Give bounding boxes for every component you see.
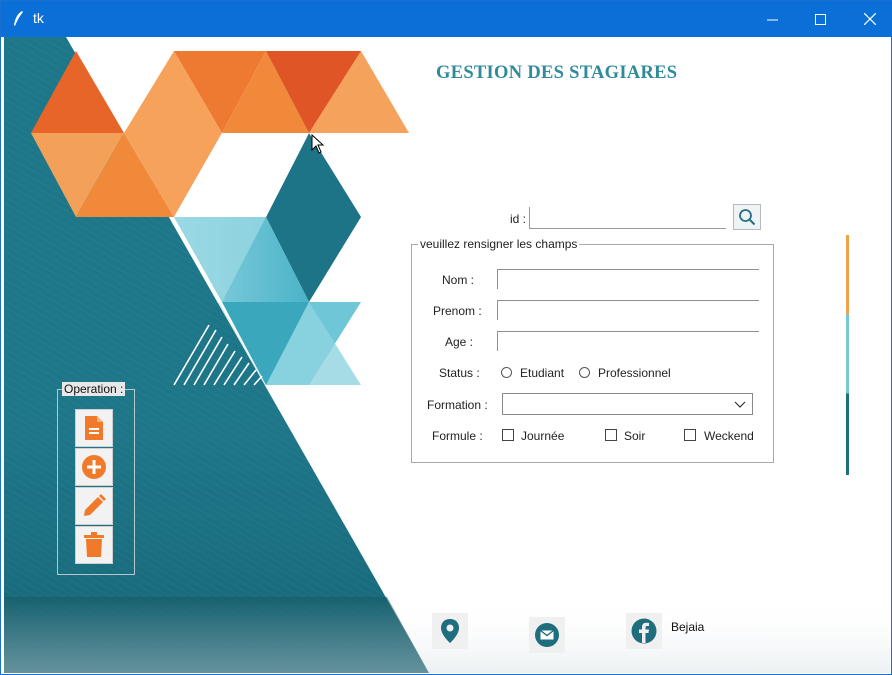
prenom-field[interactable] [497,300,759,320]
prenom-label: Prenom : [433,304,482,318]
formule-option-soir: Soir [624,429,646,443]
status-option-professionnel: Professionnel [598,366,671,380]
status-label: Status : [439,366,480,380]
edit-button[interactable] [75,487,113,525]
chevron-down-icon [734,401,746,408]
formule-label: Formule : [432,429,483,443]
nom-field[interactable] [497,269,759,289]
delete-button[interactable] [75,526,113,564]
city-label: Bejaia [671,620,705,634]
formule-option-journee: Journée [521,429,565,443]
status-option-etudiant: Etudiant [520,366,565,380]
status-radio-etudiant[interactable] [501,367,512,378]
page-title: GESTION DES STAGIARES [436,63,678,83]
id-input[interactable] [529,207,726,229]
mouse-cursor-icon [311,134,325,154]
search-button[interactable] [733,204,761,230]
formule-check-journee[interactable] [502,429,514,441]
id-label: id : [510,212,527,226]
operation-legend: Operation : [62,382,126,396]
feather-icon [14,11,23,26]
close-icon [864,13,876,25]
age-label: Age : [445,335,474,349]
nom-label: Nom : [442,273,475,287]
app-window: tk GESTION DES STAGIARES id: veuillez r… [0,0,892,675]
formation-label: Formation : [427,398,488,412]
minimize-icon [766,19,778,20]
add-button[interactable] [75,448,113,486]
minimize-button[interactable] [749,1,795,37]
location-button[interactable] [432,613,468,649]
location-icon [441,619,459,643]
title-bar[interactable]: tk [1,1,892,37]
email-button[interactable] [529,617,565,653]
delete-icon [84,532,104,557]
age-field[interactable] [497,331,759,351]
scrollbar[interactable] [846,235,849,475]
close-button[interactable] [847,1,892,37]
maximize-button[interactable] [797,1,843,37]
formation-select[interactable] [502,393,753,415]
main-canvas: GESTION DES STAGIARES id : veuillez rens… [4,37,890,673]
formule-option-weckend: Weckend [704,429,754,443]
form-legend: veuillez rensigner les champs [418,237,580,251]
window-title: tk [33,10,44,26]
document-icon [85,416,103,440]
formule-check-weckend[interactable] [684,429,696,441]
facebook-button[interactable] [626,613,662,649]
email-icon [535,623,559,647]
formule-check-soir[interactable] [605,429,617,441]
status-radio-professionnel[interactable] [579,367,590,378]
maximize-icon [814,13,826,25]
edit-icon [84,494,106,516]
facebook-icon [631,618,657,644]
search-icon [739,209,756,226]
document-button[interactable] [75,409,113,447]
add-icon [82,455,106,479]
